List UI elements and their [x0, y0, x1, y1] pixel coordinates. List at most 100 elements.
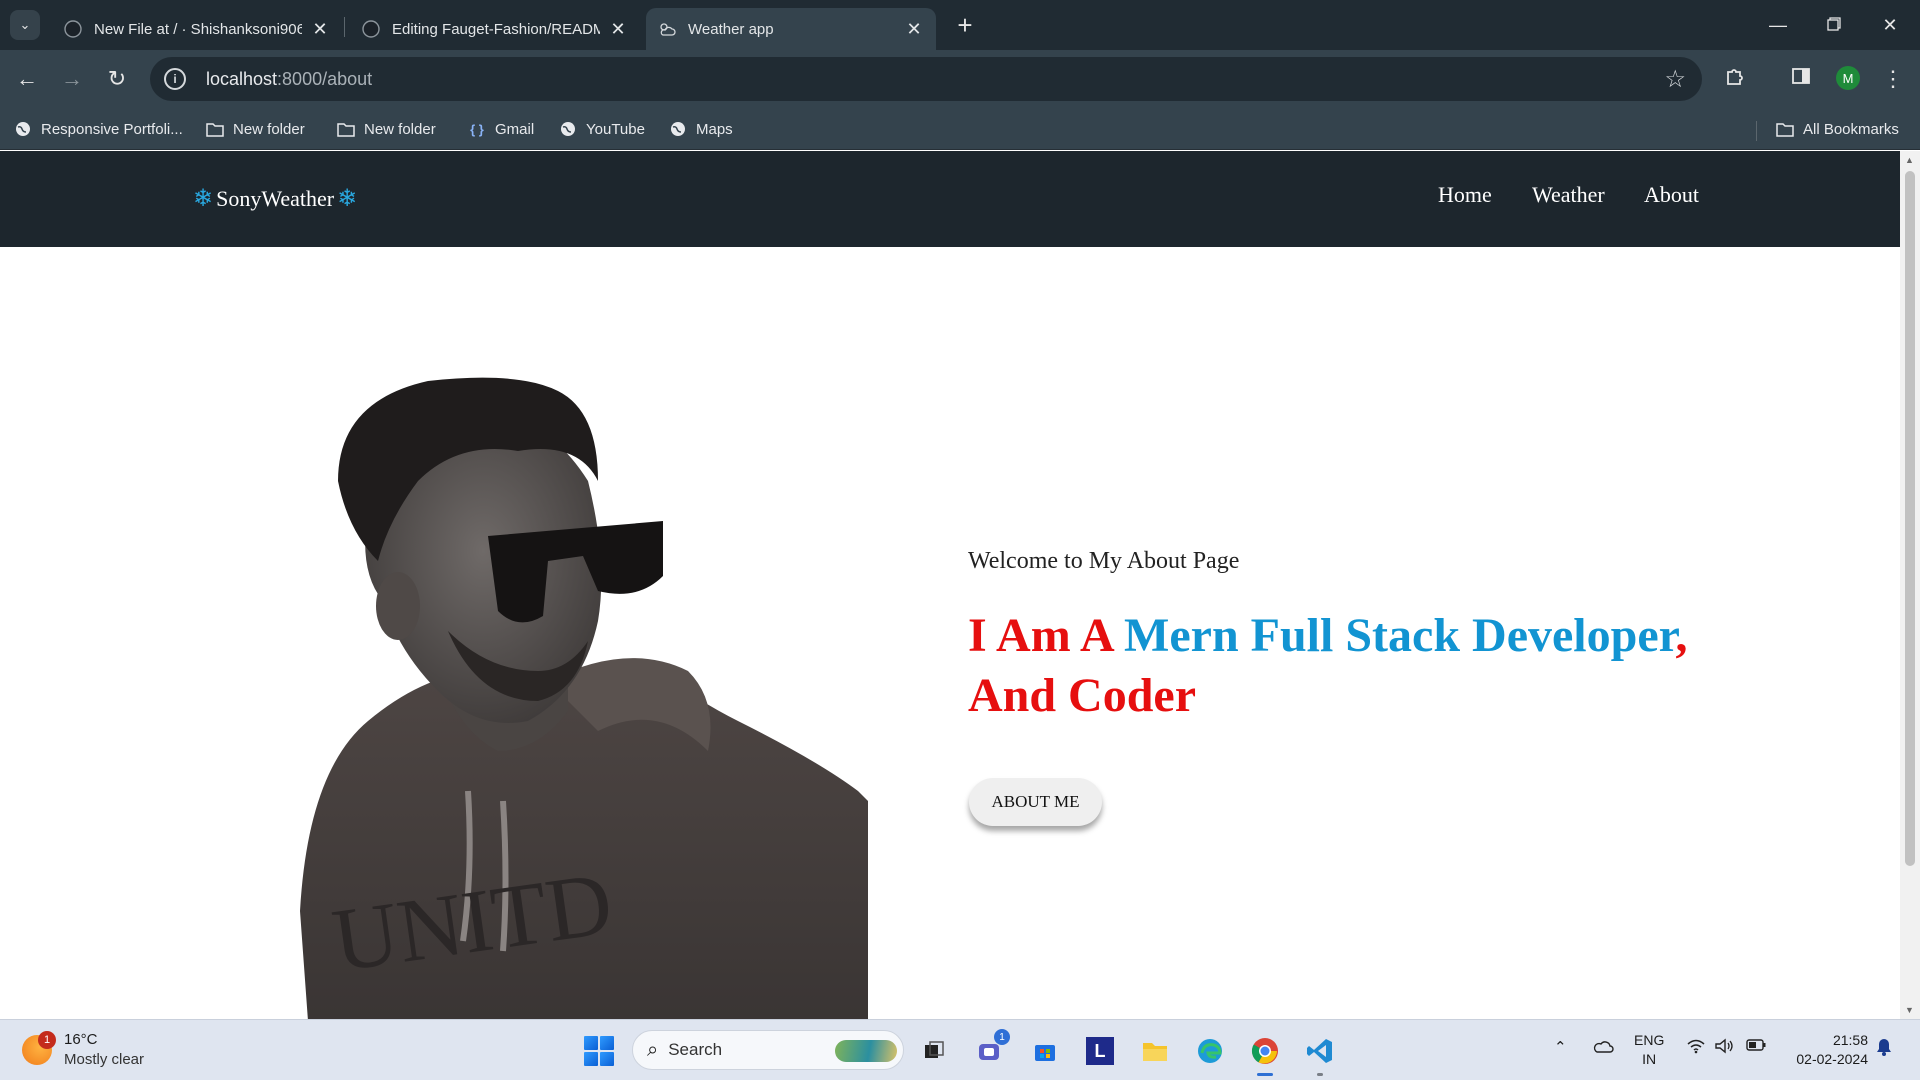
close-icon[interactable]: ✕ — [904, 19, 924, 40]
nav-link-about[interactable]: About — [1644, 182, 1699, 208]
browser-toolbar: ← → ↻ i localhost:8000/about ☆ M ⋮ — [0, 50, 1920, 108]
weather-temp: 16°C — [64, 1031, 98, 1048]
tab-title: Editing Fauget-Fashion/README — [392, 20, 600, 38]
taskbar-search[interactable]: ⌕ Search — [632, 1030, 904, 1070]
arrow-left-icon: ← — [16, 66, 38, 91]
tab-github-new-file[interactable]: New File at / · Shishanksoni906/ ✕ — [52, 8, 342, 50]
search-highlight-image — [835, 1040, 897, 1062]
extensions-button[interactable] — [1718, 62, 1752, 96]
tab-weather-app[interactable]: Weather app ✕ — [646, 8, 936, 50]
bookmarks-bar: Responsive Portfoli... New folder New fo… — [0, 108, 1920, 150]
back-button[interactable]: ← — [10, 62, 44, 96]
scrollbar-thumb[interactable] — [1905, 171, 1915, 866]
globe-icon — [14, 120, 32, 138]
github-icon — [362, 20, 380, 38]
plus-icon: + — [957, 9, 973, 40]
vscode-icon[interactable] — [1302, 1033, 1338, 1076]
reload-icon: ↻ — [107, 66, 127, 91]
close-icon[interactable]: ✕ — [310, 19, 330, 40]
edge-icon[interactable] — [1192, 1033, 1228, 1069]
tab-title: Weather app — [688, 20, 774, 38]
bookmark-folder[interactable]: New folder — [337, 117, 436, 141]
all-bookmarks-button[interactable]: All Bookmarks — [1776, 117, 1899, 141]
minimize-icon: — — [1769, 14, 1787, 35]
nav-link-home[interactable]: Home — [1438, 182, 1492, 208]
weather-desc: Mostly clear — [64, 1051, 145, 1068]
windows-taskbar: 1 16°C Mostly clear ⌕ Search 1 L ⌃ ENG I… — [0, 1019, 1920, 1080]
restore-icon — [1827, 15, 1841, 36]
globe-icon — [669, 120, 687, 138]
tab-title: New File at / · Shishanksoni906/ — [94, 20, 302, 38]
folder-icon — [206, 120, 224, 138]
puzzle-icon — [1724, 65, 1746, 93]
bookmark-item[interactable]: Maps — [669, 117, 733, 141]
scroll-up-icon[interactable]: ▲ — [1905, 155, 1914, 165]
running-indicator — [1317, 1073, 1323, 1076]
page-headline: I Am A Mern Full Stack Developer, And Co… — [968, 609, 1688, 722]
language-indicator[interactable]: ENG IN — [1634, 1031, 1664, 1069]
tray-overflow-icon[interactable]: ⌃ — [1554, 1038, 1567, 1056]
tab-divider — [344, 17, 345, 37]
tab-search-button[interactable]: ⌄ — [10, 10, 40, 40]
weather-sun-icon: 1 — [22, 1031, 56, 1065]
scroll-down-icon[interactable]: ▼ — [1905, 1005, 1914, 1015]
tab-github-editing[interactable]: Editing Fauget-Fashion/README ✕ — [350, 8, 640, 50]
cloud-sun-icon — [658, 20, 676, 38]
site-navbar: ❄ SonyWeather ❄ Home Weather About — [0, 151, 1900, 247]
forward-button[interactable]: → — [55, 62, 89, 96]
profile-photo: UNITD — [300, 377, 868, 1019]
bookmark-star-icon[interactable]: ☆ — [1664, 65, 1686, 94]
url-text[interactable]: localhost:8000/about — [206, 69, 372, 90]
battery-icon[interactable] — [1746, 1038, 1766, 1056]
chevron-down-icon: ⌄ — [19, 17, 31, 32]
site-logo[interactable]: ❄ SonyWeather ❄ — [190, 184, 360, 213]
task-view-icon[interactable] — [916, 1033, 952, 1069]
l-app-icon[interactable]: L — [1082, 1033, 1118, 1069]
windows-logo-icon — [584, 1036, 598, 1050]
folder-icon — [337, 120, 355, 138]
bookmarks-divider — [1756, 121, 1757, 141]
chrome-icon[interactable] — [1247, 1033, 1283, 1076]
close-icon[interactable]: ✕ — [608, 19, 628, 40]
teams-icon[interactable]: 1 — [972, 1029, 1010, 1069]
bookmark-item[interactable]: YouTube — [559, 117, 645, 141]
new-tab-button[interactable]: + — [950, 10, 980, 40]
nav-link-weather[interactable]: Weather — [1532, 182, 1605, 208]
profile-avatar[interactable]: M — [1836, 66, 1860, 90]
bookmark-item[interactable]: { } Gmail — [468, 117, 534, 141]
file-explorer-icon[interactable] — [1137, 1033, 1173, 1069]
minimize-button[interactable]: — — [1750, 0, 1806, 50]
address-bar[interactable]: i localhost:8000/about ☆ — [150, 57, 1702, 101]
welcome-text: Welcome to My About Page — [968, 548, 1240, 574]
page-viewport: ❄ SonyWeather ❄ Home Weather About UNITD… — [0, 151, 1900, 1019]
bookmark-item[interactable]: Responsive Portfoli... — [14, 117, 183, 141]
more-vertical-icon: ⋮ — [1882, 66, 1904, 91]
gmail-icon: { } — [470, 121, 484, 137]
restore-button[interactable] — [1806, 0, 1862, 50]
page-scrollbar[interactable]: ▲ ▼ — [1900, 151, 1920, 1019]
wifi-icon[interactable] — [1686, 1038, 1706, 1058]
notification-bell-icon[interactable] — [1876, 1038, 1892, 1061]
volume-icon[interactable] — [1714, 1038, 1734, 1058]
globe-icon — [559, 120, 577, 138]
system-clock[interactable]: 21:58 02-02-2024 — [1786, 1031, 1868, 1069]
menu-button[interactable]: ⋮ — [1876, 62, 1910, 96]
reload-button[interactable]: ↻ — [100, 62, 134, 96]
onedrive-icon[interactable] — [1592, 1038, 1614, 1058]
store-icon[interactable] — [1027, 1033, 1063, 1069]
snowflake-icon: ❄ — [193, 186, 214, 212]
close-icon: ✕ — [1882, 14, 1898, 35]
tab-strip: ⌄ New File at / · Shishanksoni906/ ✕ Edi… — [0, 0, 1920, 50]
side-panel-button[interactable] — [1784, 62, 1818, 96]
about-me-button[interactable]: ABOUT ME — [969, 778, 1102, 826]
folder-icon — [1776, 120, 1794, 138]
snowflake-icon: ❄ — [337, 186, 358, 212]
weather-widget[interactable]: 1 16°C Mostly clear — [22, 1030, 144, 1070]
github-icon — [64, 20, 82, 38]
site-info-icon[interactable]: i — [164, 68, 186, 90]
side-panel-icon — [1791, 66, 1811, 92]
notification-badge: 1 — [994, 1029, 1010, 1045]
close-window-button[interactable]: ✕ — [1862, 0, 1918, 50]
start-button[interactable] — [584, 1036, 614, 1066]
bookmark-folder[interactable]: New folder — [206, 117, 305, 141]
